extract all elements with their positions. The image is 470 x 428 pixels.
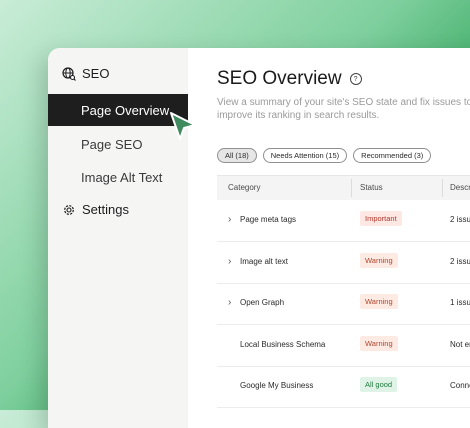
main-panel: SEO Overview ? View a summary of your si… [188, 48, 470, 428]
status-badge: Warning [360, 253, 398, 268]
app-window: SEO Page Overview Page SEO Image Alt Tex… [48, 48, 470, 428]
page-title: SEO Overview ? [217, 68, 362, 90]
seo-globe-icon [62, 66, 76, 81]
filter-chips: All (18) Needs Attention (15) Recommende… [217, 148, 432, 163]
row-description: 1 issue [450, 298, 470, 307]
row-category: Google My Business [240, 381, 314, 390]
status-badge: Important [360, 211, 402, 226]
row-description: 2 issu [450, 257, 470, 266]
table-row[interactable]: › Open Graph Warning 1 issue [217, 283, 470, 325]
column-status[interactable]: Status [360, 183, 383, 192]
chevron-right-icon[interactable]: › [228, 297, 231, 308]
row-description: 2 issu [450, 215, 470, 224]
mouse-cursor-icon [170, 112, 196, 140]
status-badge: Warning [360, 336, 398, 351]
column-description[interactable]: Descr [450, 183, 470, 192]
help-icon[interactable]: ? [349, 73, 362, 85]
sidebar-header-label: SEO [82, 66, 110, 81]
row-description: Conne [450, 381, 470, 390]
row-description: Not en [450, 340, 470, 349]
sidebar-item-page-seo[interactable]: Page SEO [48, 128, 188, 160]
table-row[interactable]: › Page meta tags Important 2 issu [217, 200, 470, 242]
gear-icon [64, 204, 74, 215]
table-row[interactable]: Google My Business All good Conne [217, 366, 470, 408]
row-category: Local Business Schema [240, 340, 326, 349]
page-description: View a summary of your site's SEO state … [217, 97, 470, 121]
sidebar: SEO Page Overview Page SEO Image Alt Tex… [48, 48, 188, 428]
table-row[interactable]: Local Business Schema Warning Not en [217, 325, 470, 367]
settings-label: Settings [82, 202, 129, 217]
row-category: Page meta tags [240, 215, 297, 224]
filter-recommended[interactable]: Recommended (3) [353, 148, 432, 163]
status-badge: Warning [360, 294, 398, 309]
sidebar-item-page-overview[interactable]: Page Overview [48, 94, 188, 126]
column-category[interactable]: Category [228, 183, 260, 192]
sidebar-item-image-alt-text[interactable]: Image Alt Text [48, 161, 188, 193]
filter-all[interactable]: All (18) [217, 148, 257, 163]
row-category: Image alt text [240, 257, 289, 266]
status-badge: All good [360, 377, 398, 392]
table-header: Category Status Descr [217, 175, 470, 200]
sidebar-header[interactable]: SEO [62, 66, 109, 81]
row-category: Open Graph [240, 298, 285, 307]
chevron-right-icon[interactable]: › [228, 214, 231, 225]
column-divider [442, 179, 443, 197]
table-row[interactable]: › Image alt text Warning 2 issu [217, 242, 470, 284]
column-divider [351, 179, 352, 197]
filter-needs-attention[interactable]: Needs Attention (15) [262, 148, 348, 163]
sidebar-item-settings[interactable]: Settings [62, 202, 129, 217]
chevron-right-icon[interactable]: › [228, 256, 231, 267]
